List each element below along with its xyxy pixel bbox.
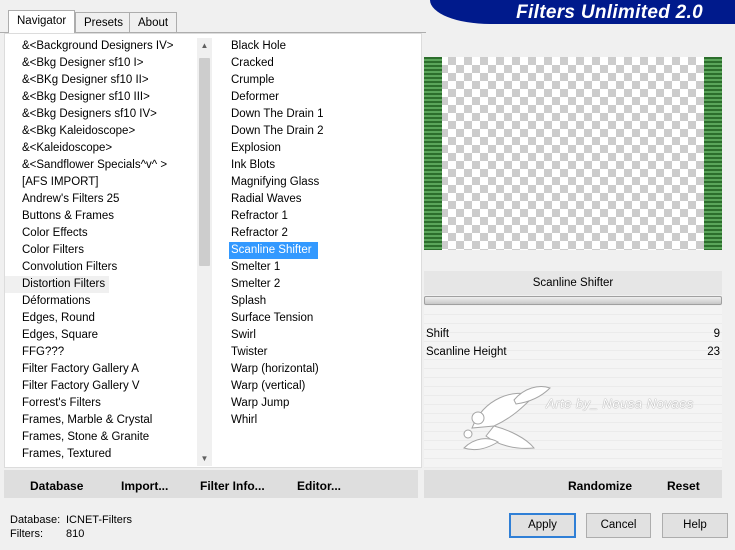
filter-item[interactable]: Swirl xyxy=(227,327,423,344)
preview-left-edge xyxy=(424,57,442,250)
database-label: Database: xyxy=(10,514,61,526)
filter-controls: Shift 9 Scanline Height 23 Arte by_ Neus… xyxy=(424,306,722,468)
category-item[interactable]: Color Filters xyxy=(5,242,197,259)
tab-presets[interactable]: Presets xyxy=(75,12,132,32)
apply-button[interactable]: Apply xyxy=(509,513,576,538)
help-button[interactable]: Help xyxy=(662,513,728,538)
editor-button[interactable]: Editor... xyxy=(297,479,341,493)
reset-button[interactable]: Reset xyxy=(667,479,700,493)
tab-bar: Navigator Presets About xyxy=(0,0,430,34)
scroll-up-arrow-icon[interactable]: ▲ xyxy=(197,38,212,53)
filter-name-bar: Scanline Shifter xyxy=(424,271,722,295)
filter-item[interactable]: Explosion xyxy=(227,140,423,157)
filters-count-value: 810 xyxy=(66,528,85,540)
category-item[interactable]: &<Bkg Kaleidoscope> xyxy=(5,123,197,140)
category-item[interactable]: &<Bkg Designer sf10 I> xyxy=(5,55,197,72)
category-item[interactable]: Filter Factory Gallery V xyxy=(5,378,197,395)
status-area: Database: ICNET-Filters Filters: 810 xyxy=(10,513,132,541)
filter-info-button[interactable]: Filter Info... xyxy=(200,479,265,493)
filter-preview[interactable] xyxy=(424,57,722,250)
category-item[interactable]: Filter Factory Gallery A xyxy=(5,361,197,378)
watermark-text: Arte by_ Neusa Novaes xyxy=(546,396,694,411)
param-label: Scanline Height xyxy=(426,346,507,358)
scroll-down-arrow-icon[interactable]: ▼ xyxy=(197,451,212,466)
filter-item[interactable]: Refractor 2 xyxy=(227,225,423,242)
filter-item[interactable]: Ink Blots xyxy=(227,157,423,174)
tab-about[interactable]: About xyxy=(129,12,178,32)
filter-item[interactable]: Smelter 1 xyxy=(227,259,423,276)
filter-item[interactable]: Down The Drain 1 xyxy=(227,106,423,123)
filter-item[interactable]: Whirl xyxy=(227,412,423,429)
tab-navigator[interactable]: Navigator xyxy=(8,10,76,33)
filter-list[interactable]: Black Hole Cracked Crumple Deformer Down The… xyxy=(227,38,423,466)
filters-count-label: Filters: xyxy=(10,528,43,540)
filter-action-bar: Randomize Reset xyxy=(424,470,722,498)
category-list[interactable]: &<Background Designers IV> &<Bkg Designer… xyxy=(5,38,197,466)
filter-item[interactable]: Warp (horizontal) xyxy=(227,361,423,378)
category-item[interactable]: Andrew's Filters 25 xyxy=(5,191,197,208)
filter-item[interactable]: Warp (vertical) xyxy=(227,378,423,395)
navigator-panel: &<Background Designers IV> &<Bkg Designer… xyxy=(4,33,422,468)
category-item[interactable]: &<Bkg Designer sf10 III> xyxy=(5,89,197,106)
filter-slider-track[interactable] xyxy=(424,296,722,305)
preview-right-edge xyxy=(704,57,722,250)
param-value[interactable]: 23 xyxy=(707,344,720,361)
category-item[interactable]: Déformations xyxy=(5,293,197,310)
category-item[interactable]: FFG??? xyxy=(5,344,197,361)
filter-item[interactable]: Radial Waves xyxy=(227,191,423,208)
filter-item[interactable]: Magnifying Glass xyxy=(227,174,423,191)
category-item[interactable]: Buttons & Frames xyxy=(5,208,197,225)
category-item[interactable]: Forrest's Filters xyxy=(5,395,197,412)
filter-item[interactable]: Down The Drain 2 xyxy=(227,123,423,140)
category-item[interactable]: &<Bkg Designers sf10 IV> xyxy=(5,106,197,123)
category-item[interactable]: Frames, Textured xyxy=(5,446,197,463)
app-title: Filters Unlimited 2.0 xyxy=(516,2,703,23)
param-value[interactable]: 9 xyxy=(714,326,720,343)
filter-item[interactable]: Crumple xyxy=(227,72,423,89)
navigator-action-bar: Database Import... Filter Info... Editor… xyxy=(4,470,418,498)
category-item[interactable]: Distortion Filters xyxy=(5,276,110,293)
filter-item[interactable]: Scanline Shifter xyxy=(229,242,318,259)
cancel-button[interactable]: Cancel xyxy=(586,513,651,538)
category-item[interactable]: Edges, Round xyxy=(5,310,197,327)
scroll-thumb[interactable] xyxy=(199,58,210,266)
butterfly-ornament-icon xyxy=(463,386,551,451)
category-item[interactable]: &<Background Designers IV> xyxy=(5,38,197,55)
filter-item[interactable]: Cracked xyxy=(227,55,423,72)
category-item[interactable]: Edges, Square xyxy=(5,327,197,344)
category-scrollbar[interactable]: ▲ ▼ xyxy=(197,38,212,466)
category-item[interactable]: Convolution Filters xyxy=(5,259,197,276)
filter-item[interactable]: Surface Tension xyxy=(227,310,423,327)
category-item[interactable]: &<BKg Designer sf10 II> xyxy=(5,72,197,89)
category-item[interactable]: Color Effects xyxy=(5,225,197,242)
filter-item[interactable]: Deformer xyxy=(227,89,423,106)
param-label: Shift xyxy=(426,328,450,340)
category-item[interactable]: Frames, Marble & Crystal xyxy=(5,412,197,429)
category-item[interactable]: Frames, Stone & Granite xyxy=(5,429,197,446)
filter-item[interactable]: Twister xyxy=(227,344,423,361)
param-row-scanline-height[interactable]: Scanline Height 23 xyxy=(424,344,722,361)
filter-item[interactable]: Smelter 2 xyxy=(227,276,423,293)
param-row-shift[interactable]: Shift 9 xyxy=(424,326,722,343)
artist-watermark: Arte by_ Neusa Novaes xyxy=(454,378,714,458)
category-item[interactable]: &<Kaleidoscope> xyxy=(5,140,197,157)
import-button[interactable]: Import... xyxy=(121,479,168,493)
filter-item[interactable]: Warp Jump xyxy=(227,395,423,412)
database-button[interactable]: Database xyxy=(30,479,83,493)
filter-item[interactable]: Black Hole xyxy=(227,38,423,55)
randomize-button[interactable]: Randomize xyxy=(568,479,632,493)
filter-item[interactable]: Refractor 1 xyxy=(227,208,423,225)
database-value: ICNET-Filters xyxy=(66,514,132,526)
category-item[interactable]: [AFS IMPORT] xyxy=(5,174,197,191)
filter-item[interactable]: Splash xyxy=(227,293,423,310)
app-title-banner: Filters Unlimited 2.0 xyxy=(430,0,735,24)
category-item[interactable]: &<Sandflower Specials^v^ > xyxy=(5,157,197,174)
